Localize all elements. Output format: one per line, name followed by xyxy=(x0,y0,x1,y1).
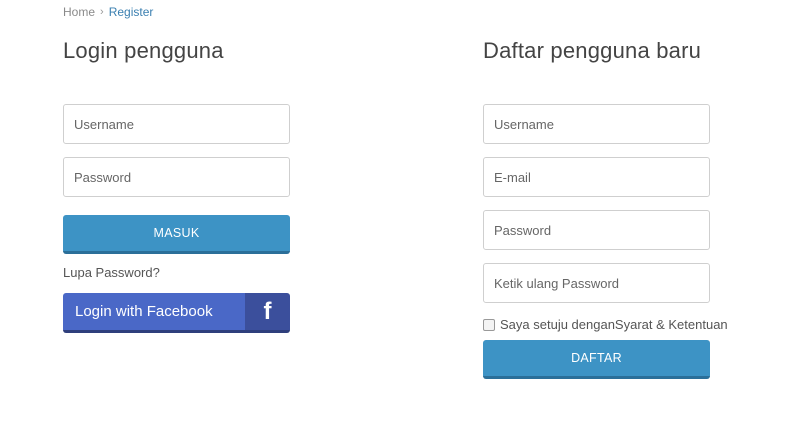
facebook-login-button[interactable]: Login with Facebook f xyxy=(63,293,290,333)
terms-label: Saya setuju denganSyarat & Ketentuan xyxy=(500,317,728,332)
login-password-field xyxy=(63,157,290,197)
login-submit-button[interactable]: MASUK xyxy=(63,215,290,254)
forgot-password-link[interactable]: Lupa Password? xyxy=(63,265,160,280)
facebook-login-label: Login with Facebook xyxy=(63,293,245,330)
register-title: Daftar pengguna baru xyxy=(483,38,702,63)
register-email-field xyxy=(483,157,710,197)
terms-agreement: Saya setuju denganSyarat & Ketentuan xyxy=(483,317,728,332)
register-username-field xyxy=(483,104,710,144)
breadcrumb-separator-icon: › xyxy=(100,6,104,18)
breadcrumb-home-link[interactable]: Home xyxy=(63,5,95,19)
register-submit-button[interactable]: DAFTAR xyxy=(483,340,710,379)
facebook-icon: f xyxy=(245,293,290,330)
login-password-input[interactable] xyxy=(64,158,289,196)
breadcrumb: Home › Register xyxy=(63,5,153,19)
register-password-field xyxy=(483,210,710,250)
login-username-field xyxy=(63,104,290,144)
register-repeat-password-field xyxy=(483,263,710,303)
breadcrumb-current: Register xyxy=(108,5,154,19)
register-email-input[interactable] xyxy=(484,158,709,196)
login-title: Login pengguna xyxy=(63,38,224,63)
login-username-input[interactable] xyxy=(64,105,289,143)
terms-checkbox[interactable] xyxy=(483,318,495,331)
register-username-input[interactable] xyxy=(484,105,709,143)
register-password-input[interactable] xyxy=(484,211,709,249)
register-repeat-password-input[interactable] xyxy=(484,264,709,302)
